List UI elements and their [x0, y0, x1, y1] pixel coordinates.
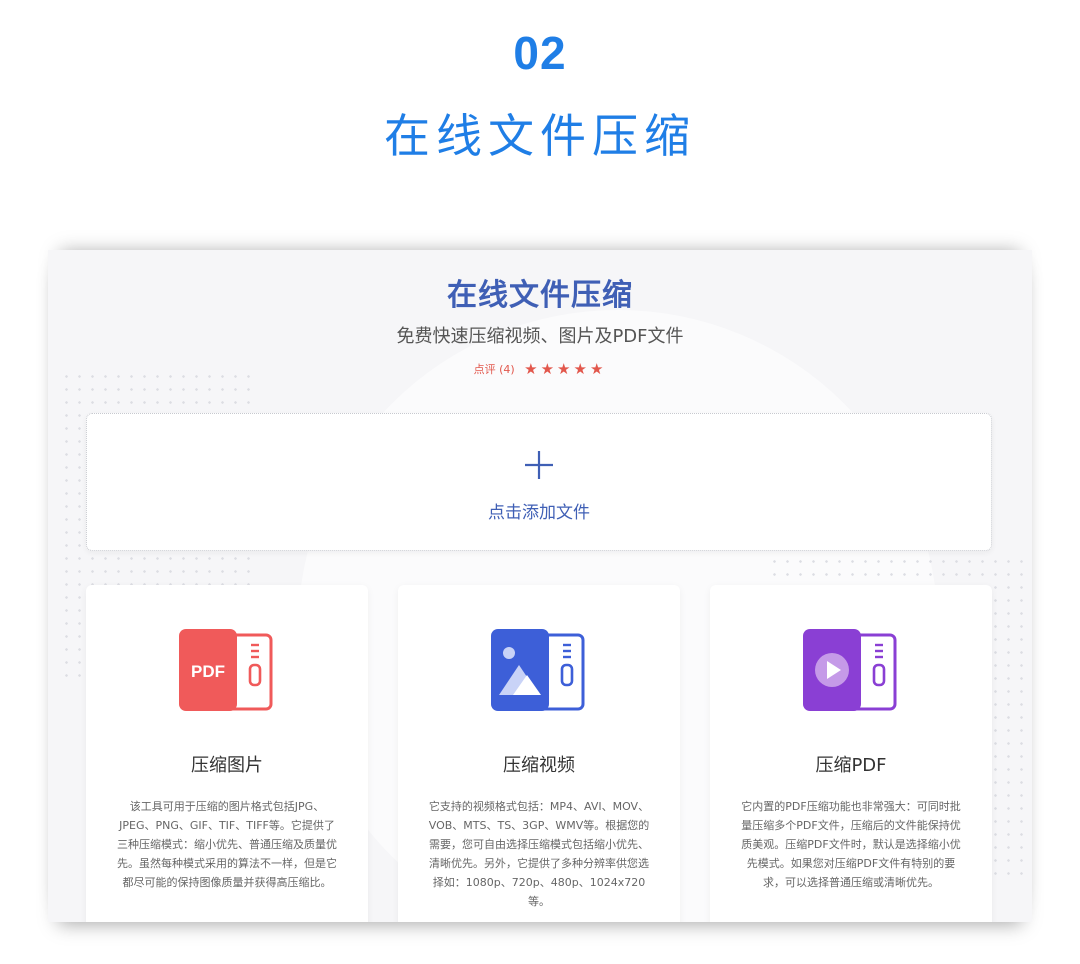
card-compress-pdf[interactable]: 压缩PDF 它内置的PDF压缩功能也非常强大：可同时批量压缩多个PDF文件，压缩… — [710, 585, 992, 922]
app-subtitle: 免费快速压缩视频、图片及PDF文件 — [396, 326, 684, 347]
rating-label[interactable]: 点评 (4) — [474, 363, 515, 376]
app-title: 在线文件压缩 — [447, 278, 633, 313]
screenshot-panel: 在线文件压缩 免费快速压缩视频、图片及PDF文件 点评 (4) ★★★★★ 点击… — [48, 250, 1032, 922]
add-file-dropzone[interactable]: 点击添加文件 — [86, 413, 992, 551]
pdf-icon-text: PDF — [191, 662, 225, 681]
plus-icon[interactable] — [524, 450, 554, 480]
card-description: 该工具可用于压缩的图片格式包括JPG、JPEG、PNG、GIF、TIF、TIFF… — [117, 800, 337, 889]
card-compress-image[interactable]: PDF 压缩图片 该工具可用于压缩的图片格式包括JPG、JPEG、PNG、GIF… — [86, 585, 368, 922]
card-description: 它内置的PDF压缩功能也非常强大：可同时批量压缩多个PDF文件，压缩后的文件能保… — [741, 800, 961, 889]
image-zip-icon — [491, 629, 585, 711]
pdf-zip-icon: PDF — [179, 629, 273, 711]
card-compress-video[interactable]: 压缩视频 它支持的视频格式包括：MP4、AVI、MOV、VOB、MTS、TS、3… — [398, 585, 680, 922]
section-title: 在线文件压缩 — [384, 109, 696, 163]
rating-stars-icon[interactable]: ★★★★★ — [524, 360, 606, 378]
add-file-label[interactable]: 点击添加文件 — [87, 498, 991, 523]
section-number: 02 — [513, 27, 567, 79]
rating[interactable]: 点评 (4) ★★★★★ — [48, 360, 1032, 378]
card-title: 压缩视频 — [503, 755, 575, 776]
video-zip-icon — [803, 629, 897, 711]
card-title: 压缩PDF — [815, 755, 887, 776]
card-title: 压缩图片 — [191, 755, 263, 776]
page: 02 在线文件压缩 在线文件压缩 免费快速压缩视频、图片及PDF文件 点评 (4… — [0, 0, 1080, 964]
card-description: 它支持的视频格式包括：MP4、AVI、MOV、VOB、MTS、TS、3GP、WM… — [428, 800, 650, 908]
